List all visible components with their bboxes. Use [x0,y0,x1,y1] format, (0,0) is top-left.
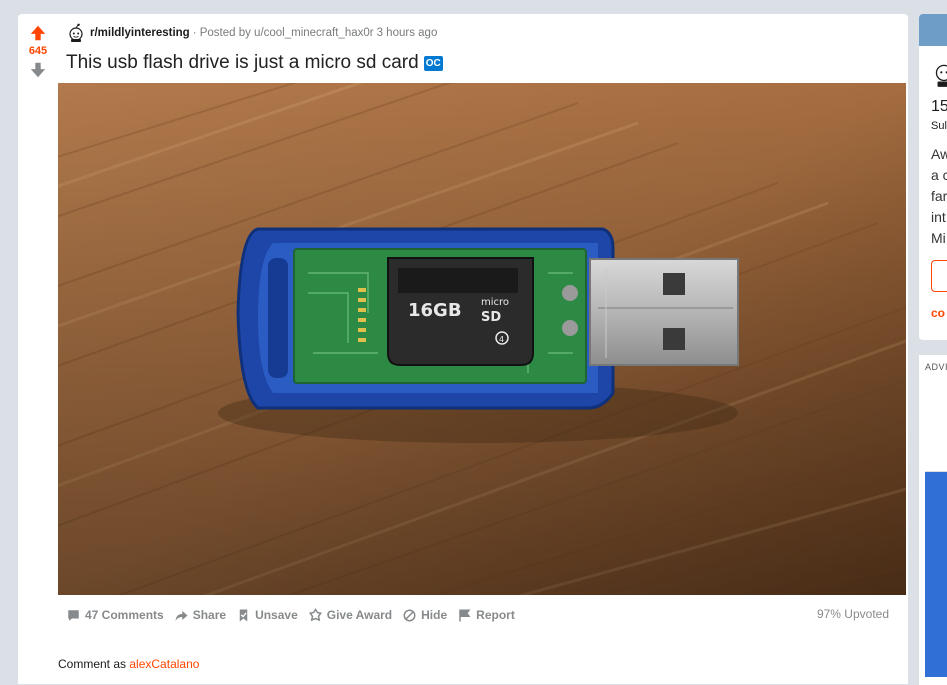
sidebar-desc-line-4: int [931,209,946,225]
award-icon [308,607,322,621]
sidebar-desc-line-3: far [931,188,947,204]
upvoted-ratio: 97% Upvoted [816,607,889,621]
share-label: Share [192,608,227,622]
hide-icon [403,609,416,621]
report-label: Report [476,608,515,622]
ad-banner-top [925,377,947,472]
give-award-button[interactable]: Give Award [308,607,393,623]
post-image[interactable]: 16GB micro SD 4 [58,83,906,595]
vote-column: 645 [18,14,58,79]
comment-as-line: Comment as alexCatalano [58,657,199,671]
sd-brand-line2: SD [481,310,501,325]
subreddit-snoo-icon[interactable] [66,23,86,43]
sidebar-community-link[interactable]: co [931,306,945,320]
downvote-arrow-icon[interactable] [29,61,47,79]
sidebar-join-button[interactable] [931,260,947,292]
share-icon [175,610,188,621]
sd-capacity-text: 16GB [408,300,462,321]
post-actions: 47 Comments Share Unsave Give Award Hide… [66,604,890,626]
post-title-text: This usb flash drive is just a micro sd … [66,52,419,73]
comment-icon [68,609,79,621]
sidebar-desc-line-1: Aw [931,146,947,162]
give-award-label: Give Award [326,608,393,622]
bookmark-icon [239,609,248,621]
post-meta: r/mildlyinteresting · Posted by u/cool_m… [66,22,437,44]
sidebar-header [919,14,947,46]
sidebar-subscribers-label: Sul [931,120,947,132]
advertisement-banner[interactable] [925,377,947,677]
sd-class-text: 4 [499,335,504,344]
post-card: 645 r/mildlyinteresting · Posted by u/co… [18,14,908,684]
hide-label: Hide [421,608,448,622]
subreddit-link[interactable]: r/mildlyinteresting [90,27,190,39]
unsave-button[interactable]: Unsave [236,608,298,623]
usb-drive-photo-icon: 16GB micro SD 4 [58,83,906,595]
flag-icon [459,609,471,621]
upvote-arrow-icon[interactable] [29,24,47,42]
sd-brand-line1: micro [481,297,509,308]
sidebar-desc-line-5: Mi [931,230,946,246]
post-time[interactable]: 3 hours ago [377,27,438,39]
sidebar-snoo-icon [935,64,947,87]
comments-button[interactable]: 47 Comments [66,608,164,623]
oc-flair-badge: OC [423,55,443,71]
sidebar-members-count: 15 [931,98,947,115]
ad-label: ADVI [925,362,947,372]
share-button[interactable]: Share [174,608,226,623]
sidebar-desc-line-2: a c [931,167,947,183]
subreddit-about-card: 15 Sul Aw a c far int Mi co [919,14,947,340]
comment-username-link[interactable]: alexCatalano [129,657,199,671]
post-title[interactable]: This usb flash drive is just a micro sd … [66,52,443,74]
report-button[interactable]: Report [457,608,515,623]
comments-label: 47 Comments [85,608,164,622]
advertisement-card: ADVI [919,355,947,685]
hide-button[interactable]: Hide [402,608,447,623]
vote-score: 645 [28,45,48,57]
comment-as-prefix: Comment as [58,657,127,671]
unsave-label: Unsave [255,608,298,622]
posted-by[interactable]: · Posted by u/cool_minecraft_hax0r [193,27,374,39]
